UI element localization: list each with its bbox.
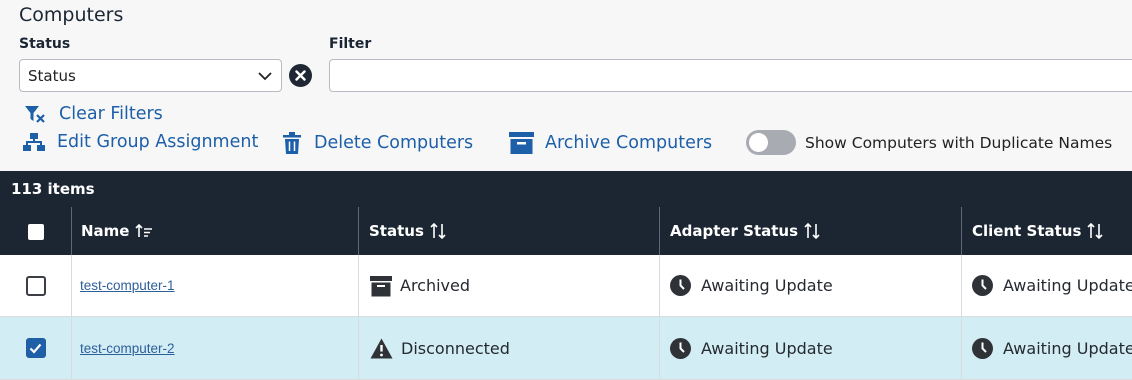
column-header-status-label: Status: [369, 222, 424, 240]
item-count: 113 items: [11, 180, 95, 198]
column-header-adapter-status-label: Adapter Status: [670, 222, 799, 240]
computer-name-link[interactable]: test-computer-1: [80, 278, 175, 293]
select-all-checkbox[interactable]: [28, 224, 44, 240]
column-header-name-label: Name: [81, 222, 130, 240]
archive-computers-label: Archive Computers: [545, 133, 713, 153]
warning-icon: [370, 338, 393, 358]
checkmark-icon: [29, 343, 42, 354]
sort-ascending-icon[interactable]: [135, 224, 153, 238]
sort-icon[interactable]: [804, 223, 820, 239]
column-header-name[interactable]: Name: [71, 207, 358, 255]
delete-computers-button[interactable]: Delete Computers: [283, 132, 473, 154]
status-text: Disconnected: [401, 338, 510, 358]
client-status-text: Awaiting Update: [1003, 338, 1132, 358]
page-title: Computers: [19, 4, 124, 26]
edit-group-assignment-label: Edit Group Assignment: [57, 132, 259, 152]
column-header-client-status-label: Client Status: [972, 222, 1082, 240]
column-header-adapter-status[interactable]: Adapter Status: [659, 207, 961, 255]
text-filter-label: Filter: [329, 36, 372, 52]
chevron-down-icon: [258, 72, 272, 81]
table-row[interactable]: test-computer-1 Archived Awaiting Update…: [0, 255, 1132, 317]
clear-filters-label: Clear Filters: [59, 104, 163, 124]
column-header-status[interactable]: Status: [358, 207, 659, 255]
toggle-knob: [749, 133, 768, 152]
edit-group-assignment-button[interactable]: Edit Group Assignment: [22, 132, 258, 152]
column-header-client-status[interactable]: Client Status: [961, 207, 1132, 255]
archive-icon: [370, 275, 392, 296]
adapter-status-cell: Awaiting Update: [659, 255, 961, 316]
status-select-value: Status: [28, 66, 76, 85]
status-text: Archived: [400, 276, 471, 295]
clear-status-button[interactable]: [289, 64, 312, 87]
status-select[interactable]: Status: [19, 59, 282, 92]
row-checkbox[interactable]: [25, 338, 46, 358]
clock-icon: [972, 337, 993, 359]
filter-input[interactable]: [329, 59, 1132, 92]
close-icon: [295, 70, 306, 81]
clock-icon: [670, 275, 691, 296]
network-icon: [23, 133, 45, 151]
name-cell: test-computer-1: [71, 255, 358, 316]
row-select-cell: [0, 255, 71, 316]
clock-icon: [972, 275, 993, 296]
client-status-text: Awaiting Update: [1003, 276, 1132, 295]
status-cell: Disconnected: [358, 317, 659, 379]
client-status-cell: Awaiting Update: [961, 317, 1132, 379]
table-row[interactable]: test-computer-2 Disconnected Awaiting Up…: [0, 317, 1132, 380]
duplicate-names-toggle[interactable]: [746, 130, 796, 155]
adapter-status-cell: Awaiting Update: [659, 317, 961, 379]
trash-icon: [283, 132, 301, 154]
row-checkbox[interactable]: [25, 275, 46, 296]
archive-computers-button[interactable]: Archive Computers: [509, 132, 712, 154]
row-select-cell: [0, 317, 71, 379]
status-filter-label: Status: [19, 36, 71, 52]
item-count-bar: 113 items: [0, 171, 1132, 207]
select-all-header: [0, 207, 71, 255]
sort-icon[interactable]: [1087, 223, 1103, 239]
adapter-status-text: Awaiting Update: [701, 338, 833, 358]
client-status-cell: Awaiting Update: [961, 255, 1132, 316]
clear-filters-button[interactable]: Clear Filters: [24, 104, 163, 124]
duplicate-names-label: Show Computers with Duplicate Names: [805, 133, 1113, 152]
clock-icon: [670, 337, 691, 359]
filter-clear-icon: [25, 106, 45, 123]
computer-name-link[interactable]: test-computer-2: [80, 341, 175, 356]
duplicate-names-toggle-wrap: Show Computers with Duplicate Names: [746, 130, 1112, 155]
adapter-status-text: Awaiting Update: [701, 276, 833, 295]
sort-icon[interactable]: [430, 223, 446, 239]
delete-computers-label: Delete Computers: [314, 133, 474, 153]
archive-icon: [509, 132, 534, 154]
name-cell: test-computer-2: [71, 317, 358, 379]
status-cell: Archived: [358, 255, 659, 316]
